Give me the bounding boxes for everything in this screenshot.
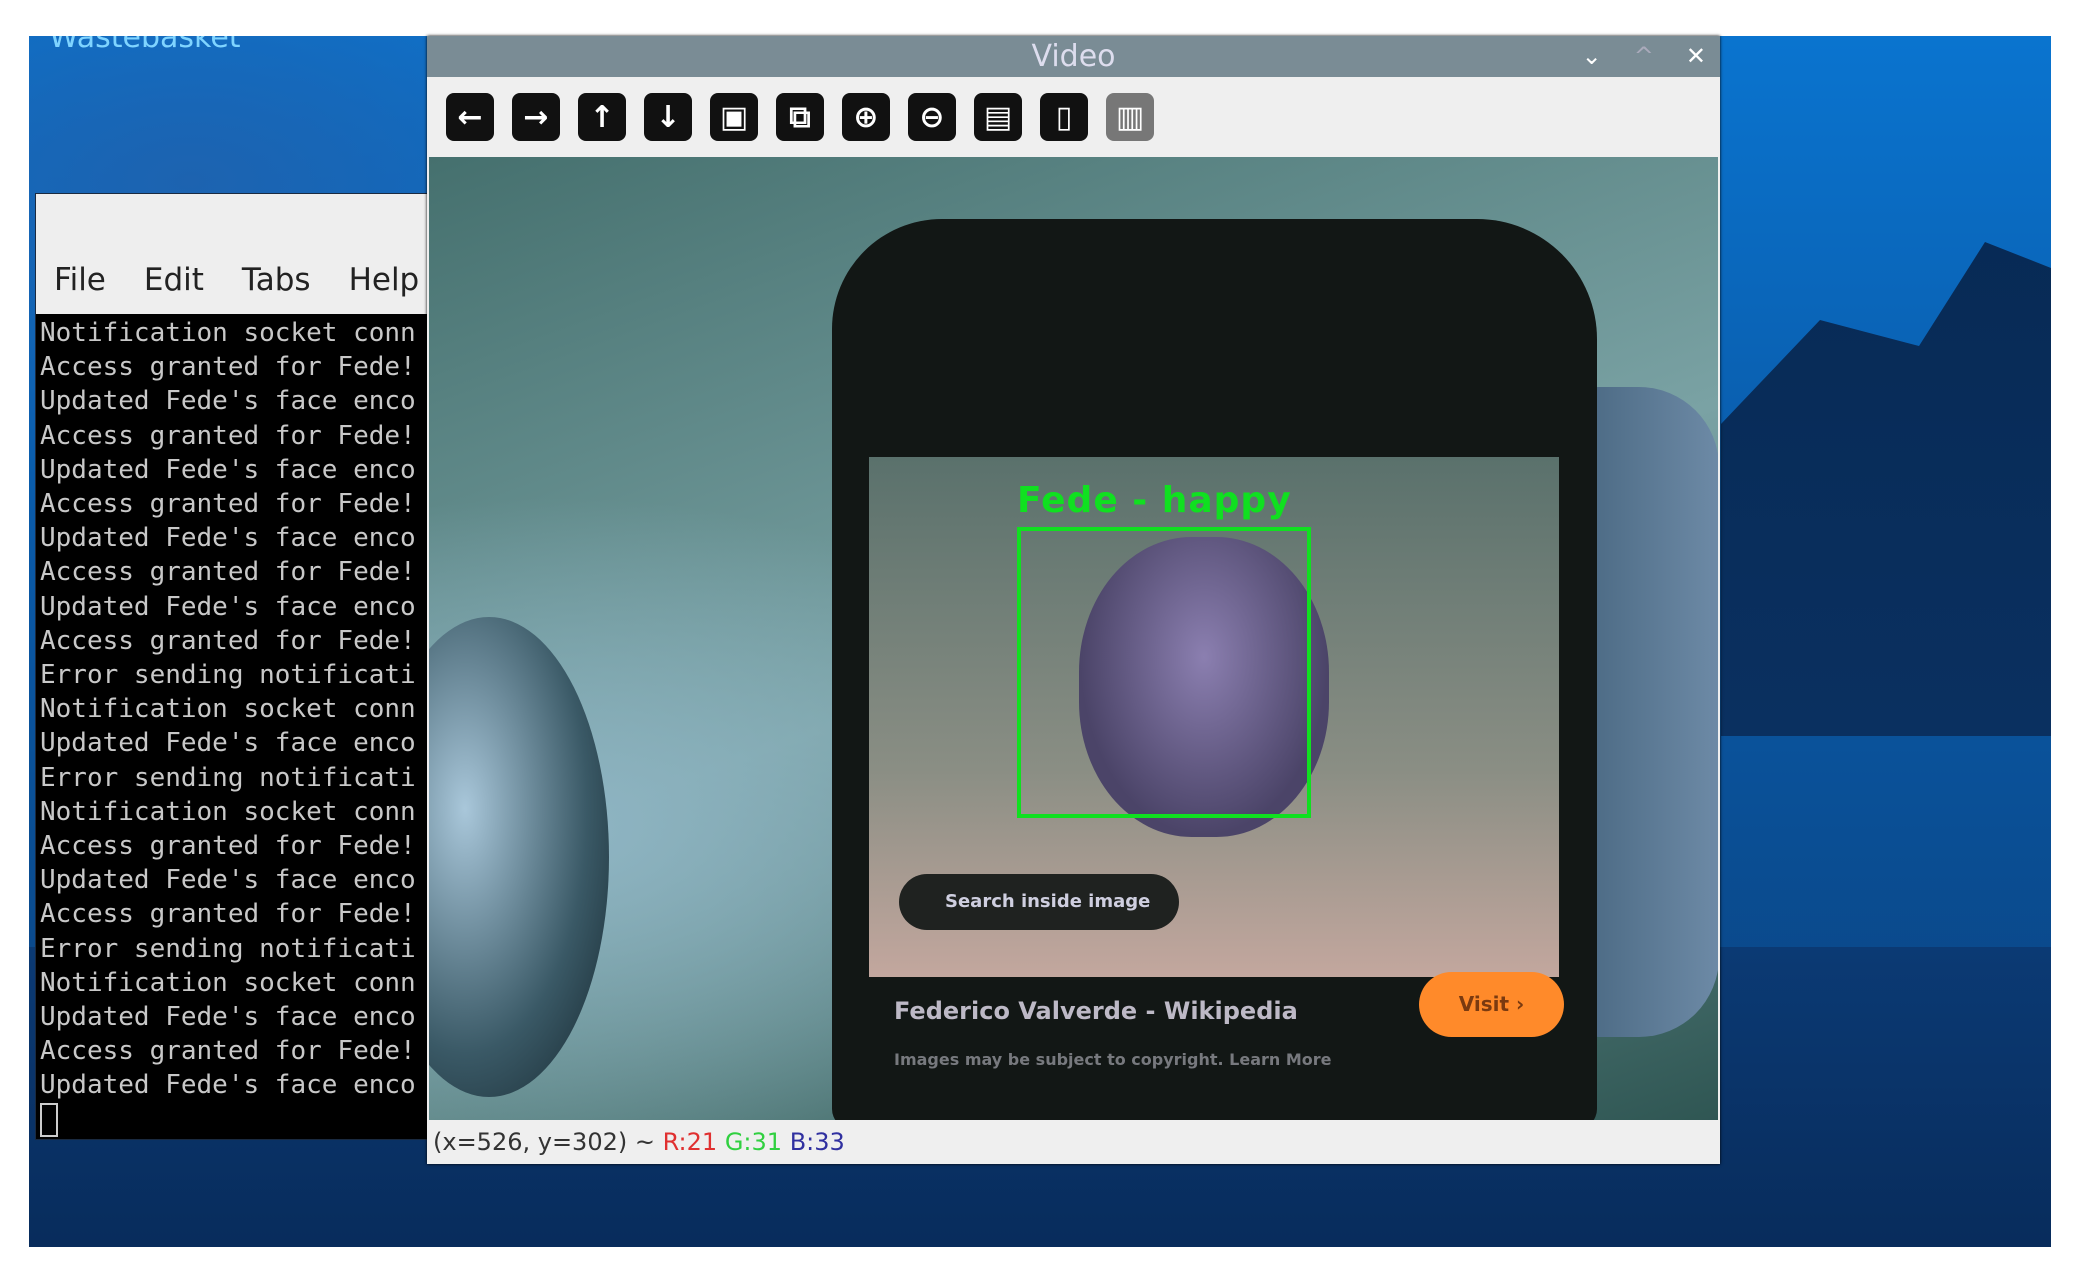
desktop-wallpaper-hill bbox=[1721, 242, 2051, 736]
terminal-line: Updated Fede's face enco bbox=[40, 386, 416, 417]
terminal-line: Updated Fede's face enco bbox=[40, 1002, 416, 1033]
photo-search-pill: Search inside image bbox=[899, 874, 1179, 930]
terminal-line: Access granted for Fede! bbox=[40, 352, 416, 383]
properties-button[interactable]: ▥ bbox=[1106, 93, 1154, 141]
video-window: Video ⌄ ^ ✕ ← → ↑ ↓ ▣ ⧉ ⊕ ⊖ ▤ ▯ ▥ Search inside im… bbox=[427, 36, 1720, 1164]
zoom-out-button[interactable]: ⊖ bbox=[908, 93, 956, 141]
person-head-photo bbox=[429, 617, 609, 1097]
terminal-cursor bbox=[40, 1102, 58, 1137]
terminal-line: Access granted for Fede! bbox=[40, 899, 416, 930]
terminal-menubar: File Edit Tabs Help bbox=[54, 262, 419, 298]
window-title: Video bbox=[1031, 39, 1116, 74]
terminal-line: Access granted for Fede! bbox=[40, 557, 416, 588]
terminal-line: Updated Fede's face enco bbox=[40, 454, 416, 485]
terminal-line: Updated Fede's face enco bbox=[40, 1070, 416, 1101]
photo-copyright: Images may be subject to copyright. Lear… bbox=[894, 1050, 1332, 1069]
terminal-line: Access granted for Fede! bbox=[40, 831, 416, 862]
pan-right-button[interactable]: → bbox=[512, 93, 560, 141]
pan-up-icon: ↑ bbox=[589, 99, 615, 135]
photo-wiki-title: Federico Valverde - Wikipedia bbox=[894, 997, 1298, 1025]
terminal-line: Access granted for Fede! bbox=[40, 420, 416, 451]
minimize-icon[interactable]: ⌄ bbox=[1582, 36, 1602, 77]
pan-left-button[interactable]: ← bbox=[446, 93, 494, 141]
terminal-line: Notification socket conn bbox=[40, 967, 416, 998]
terminal-line: Access granted for Fede! bbox=[40, 625, 416, 656]
title-bar[interactable]: Video ⌄ ^ ✕ bbox=[427, 36, 1720, 77]
terminal-line: Notification socket conn bbox=[40, 694, 416, 725]
close-icon[interactable]: ✕ bbox=[1686, 36, 1706, 77]
terminal-line: Updated Fede's face enco bbox=[40, 728, 416, 759]
video-frame[interactable]: Search inside image Federico Valverde - … bbox=[429, 157, 1718, 1120]
terminal-line: Error sending notificati bbox=[40, 762, 416, 793]
properties-icon: ▥ bbox=[1115, 99, 1145, 135]
terminal-line: Notification socket conn bbox=[40, 796, 416, 827]
save-button[interactable]: ▤ bbox=[974, 93, 1022, 141]
photo-visit-button: Visit › bbox=[1419, 972, 1564, 1037]
pan-left-icon: ← bbox=[457, 99, 483, 135]
terminal-line: Access granted for Fede! bbox=[40, 489, 416, 520]
detection-label: Fede - happy bbox=[1017, 480, 1292, 521]
zoom-out-icon: ⊖ bbox=[919, 99, 945, 135]
terminal-line: Updated Fede's face enco bbox=[40, 591, 416, 622]
pan-right-icon: → bbox=[523, 99, 549, 135]
status-g: G:31 bbox=[724, 1128, 783, 1156]
terminal-window: File Edit Tabs Help Notification socket … bbox=[35, 193, 435, 1140]
zoom-in-icon: ⊕ bbox=[853, 99, 879, 135]
terminal-line: Updated Fede's face enco bbox=[40, 523, 416, 554]
maximize-icon[interactable]: ^ bbox=[1634, 36, 1654, 77]
zoom-fit-icon: ⧉ bbox=[789, 99, 811, 135]
copy-clipboard-button[interactable]: ▯ bbox=[1040, 93, 1088, 141]
status-b: B:33 bbox=[789, 1128, 845, 1156]
copy-clipboard-icon: ▯ bbox=[1055, 99, 1073, 135]
terminal-line: Updated Fede's face enco bbox=[40, 865, 416, 896]
wastebasket-label[interactable]: Wastebasket bbox=[49, 36, 241, 55]
face-bounding-box bbox=[1017, 527, 1311, 818]
status-r: R:21 bbox=[662, 1128, 718, 1156]
terminal-output[interactable]: Notification socket conn Access granted f… bbox=[36, 314, 434, 1139]
menu-edit[interactable]: Edit bbox=[144, 262, 204, 298]
status-bar: (x=526, y=302) ~ R:21 G:31 B:33 bbox=[427, 1120, 1720, 1164]
zoom-in-button[interactable]: ⊕ bbox=[842, 93, 890, 141]
terminal-line: Error sending notificati bbox=[40, 660, 416, 691]
pan-down-icon: ↓ bbox=[655, 99, 681, 135]
toolbar: ← → ↑ ↓ ▣ ⧉ ⊕ ⊖ ▤ ▯ ▥ bbox=[427, 77, 1720, 157]
zoom-reset-icon: ▣ bbox=[719, 99, 749, 135]
pan-up-button[interactable]: ↑ bbox=[578, 93, 626, 141]
menu-help[interactable]: Help bbox=[349, 262, 420, 298]
pan-down-button[interactable]: ↓ bbox=[644, 93, 692, 141]
terminal-line: Error sending notificati bbox=[40, 933, 416, 964]
menu-tabs[interactable]: Tabs bbox=[242, 262, 311, 298]
menu-file[interactable]: File bbox=[54, 262, 106, 298]
terminal-line: Notification socket conn bbox=[40, 318, 416, 348]
terminal-line: Access granted for Fede! bbox=[40, 1036, 416, 1067]
status-coords: (x=526, y=302) ~ bbox=[433, 1128, 655, 1156]
save-icon: ▤ bbox=[983, 99, 1013, 135]
zoom-reset-button[interactable]: ▣ bbox=[710, 93, 758, 141]
zoom-fit-button[interactable]: ⧉ bbox=[776, 93, 824, 141]
